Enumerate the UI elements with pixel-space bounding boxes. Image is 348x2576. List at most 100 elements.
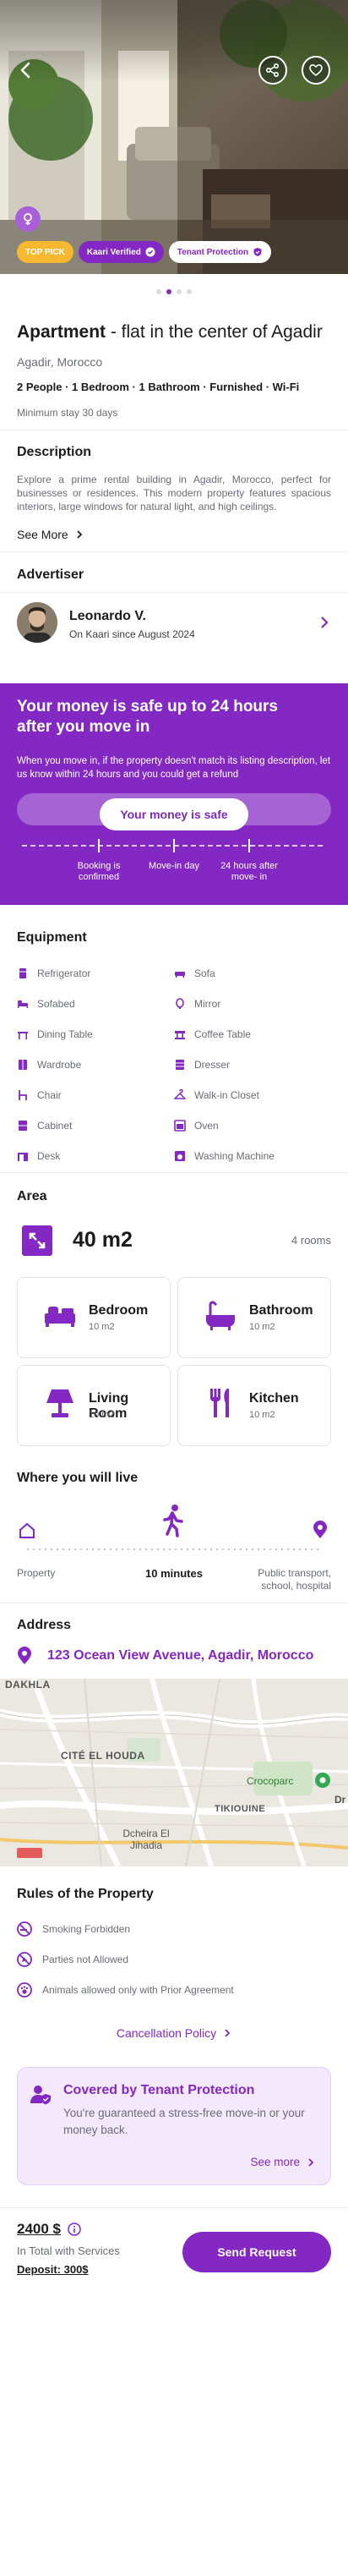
see-more-label: See More [17,528,68,541]
description-text: Explore a prime rental building in Agadi… [17,474,331,512]
equipment-item: Cabinet [17,1120,72,1132]
advertiser-name: Leonardo V. [69,609,146,623]
cancellation-policy-link[interactable]: Cancellation Policy [0,2026,348,2040]
equipment-item: Dresser [174,1059,230,1071]
no-party-icon [17,1952,32,1967]
live-heading: Where you will live [17,1471,139,1485]
address-heading: Address [17,1618,72,1632]
advertiser-heading: Advertiser [17,567,84,582]
desk-icon [17,1150,29,1162]
room-card-kitchen: Kitchen 10 m2 [177,1365,331,1446]
share-button[interactable] [258,56,287,85]
favorite-button[interactable] [302,56,330,85]
tenant-protection-label: Tenant Protection [177,247,249,257]
timeline-step: Move-in day [149,861,199,871]
carousel-dot-active[interactable] [166,289,171,294]
equipment-item: Refrigerator [17,967,90,979]
location-pin-icon [313,1521,327,1538]
equipment-item: Chair [17,1089,62,1101]
carousel-dots[interactable] [0,289,348,294]
equipment-item: Washing Machine [174,1150,275,1162]
area-heading: Area [17,1189,47,1203]
top-pick-label: TOP PICK [25,247,65,257]
send-request-button[interactable]: Send Request [182,2232,331,2272]
carousel-dot[interactable] [156,289,161,294]
equipment-label: Cabinet [37,1120,73,1132]
listing-title: Apartment - flat in the center of Agadir [17,322,331,343]
equipment-label: Washing Machine [194,1150,275,1162]
refrigerator-icon [17,967,29,979]
room-name: Bathroom [249,1303,313,1318]
rules-heading: Rules of the Property [17,1887,154,1901]
user-shield-icon [30,2085,51,2105]
mirror-icon [174,998,186,1010]
equipment-label: Mirror [194,998,221,1010]
see-more-link[interactable]: See More [17,528,331,541]
cancellation-label: Cancellation Policy [116,2026,217,2040]
tenant-title: Covered by Tenant Protection [63,2083,255,2097]
money-safe-button[interactable]: Your money is safe [100,798,248,830]
rooms-count: 4 rooms [291,1234,331,1247]
pet-icon [17,1982,32,1998]
map-label: CITÉ EL HOUDA [61,1750,145,1762]
sofa-icon [174,967,186,979]
map[interactable]: DAKHLA CITÉ EL HOUDA Crocoparc TIKIOUINE… [0,1679,348,1866]
room-size: 10 m2 [249,1322,275,1332]
rule-label: Smoking Forbidden [42,1923,131,1935]
back-button[interactable] [12,56,41,85]
rule-label: Animals allowed only with Prior Agreemen… [42,1984,234,1996]
advertiser-since: On Kaari since August 2024 [69,628,195,640]
equipment-label: Walk-in Closet [194,1089,259,1101]
tenant-see-more-link[interactable]: See more [250,2156,315,2168]
advertiser-row[interactable]: Leonardo V. On Kaari since August 2024 [0,594,348,651]
property-photo-carousel[interactable]: TOP PICK Kaari Verified Tenant Protectio… [0,0,348,274]
equipment-label: Wardrobe [37,1059,82,1071]
room-name: Bedroom [89,1303,149,1318]
equipment-label: Coffee Table [194,1028,251,1040]
description-heading: Description [17,445,92,459]
dining-table-icon [17,1028,29,1040]
washing-machine-icon [174,1150,186,1162]
money-text: When you move in, if the property doesn'… [17,756,331,780]
price-note: In Total with Services [17,2244,120,2257]
map-label: Crocoparc [247,1775,294,1787]
expand-icon [22,1225,52,1256]
equipment-item: Dining Table [17,1028,93,1040]
carousel-dot[interactable] [187,289,192,294]
verified-label: Kaari Verified [86,247,141,257]
equipment-item: Desk [17,1150,60,1162]
live-duration: 10 minutes [145,1567,203,1580]
carousel-dot[interactable] [177,289,182,294]
info-icon[interactable] [68,2222,81,2236]
home-icon [19,1522,35,1538]
equipment-item: Coffee Table [174,1028,251,1040]
equipment-label: Oven [194,1120,219,1132]
map-label: Dcheira El Jihadia [122,1828,170,1851]
bathtub-icon [206,1301,235,1330]
coffee-table-icon [174,1028,186,1040]
location-pin-icon [18,1647,31,1664]
equipment-label: Sofabed [37,998,75,1010]
equipment-item: Wardrobe [17,1059,81,1071]
chevron-right-icon [77,530,82,539]
shield-check-icon [253,248,262,256]
heart-icon [309,64,323,76]
chair-icon [17,1089,29,1101]
divider [0,1172,348,1173]
divider [0,592,348,593]
room-size: 10 m2 [249,1410,275,1420]
sofabed-icon [17,998,29,1010]
live-destination: Public transport, school, hospital [258,1567,331,1592]
listing-type: Apartment [17,322,106,342]
equipment-label: Chair [37,1089,62,1101]
no-smoking-icon [17,1921,32,1937]
room-size: 10 m2 [89,1410,115,1420]
map-label: TIKIOUINE [215,1804,266,1814]
equipment-label: Refrigerator [37,967,91,979]
walk-in-closet-icon [174,1089,186,1101]
top-pick-badge: TOP PICK [17,241,73,263]
timeline-step: 24 hours after move- in [220,861,278,882]
address-value: 123 Ocean View Avenue, Agadir, Morocco [47,1648,314,1663]
room-card-bathroom: Bathroom 10 m2 [177,1277,331,1358]
chevron-right-icon [308,2157,314,2167]
